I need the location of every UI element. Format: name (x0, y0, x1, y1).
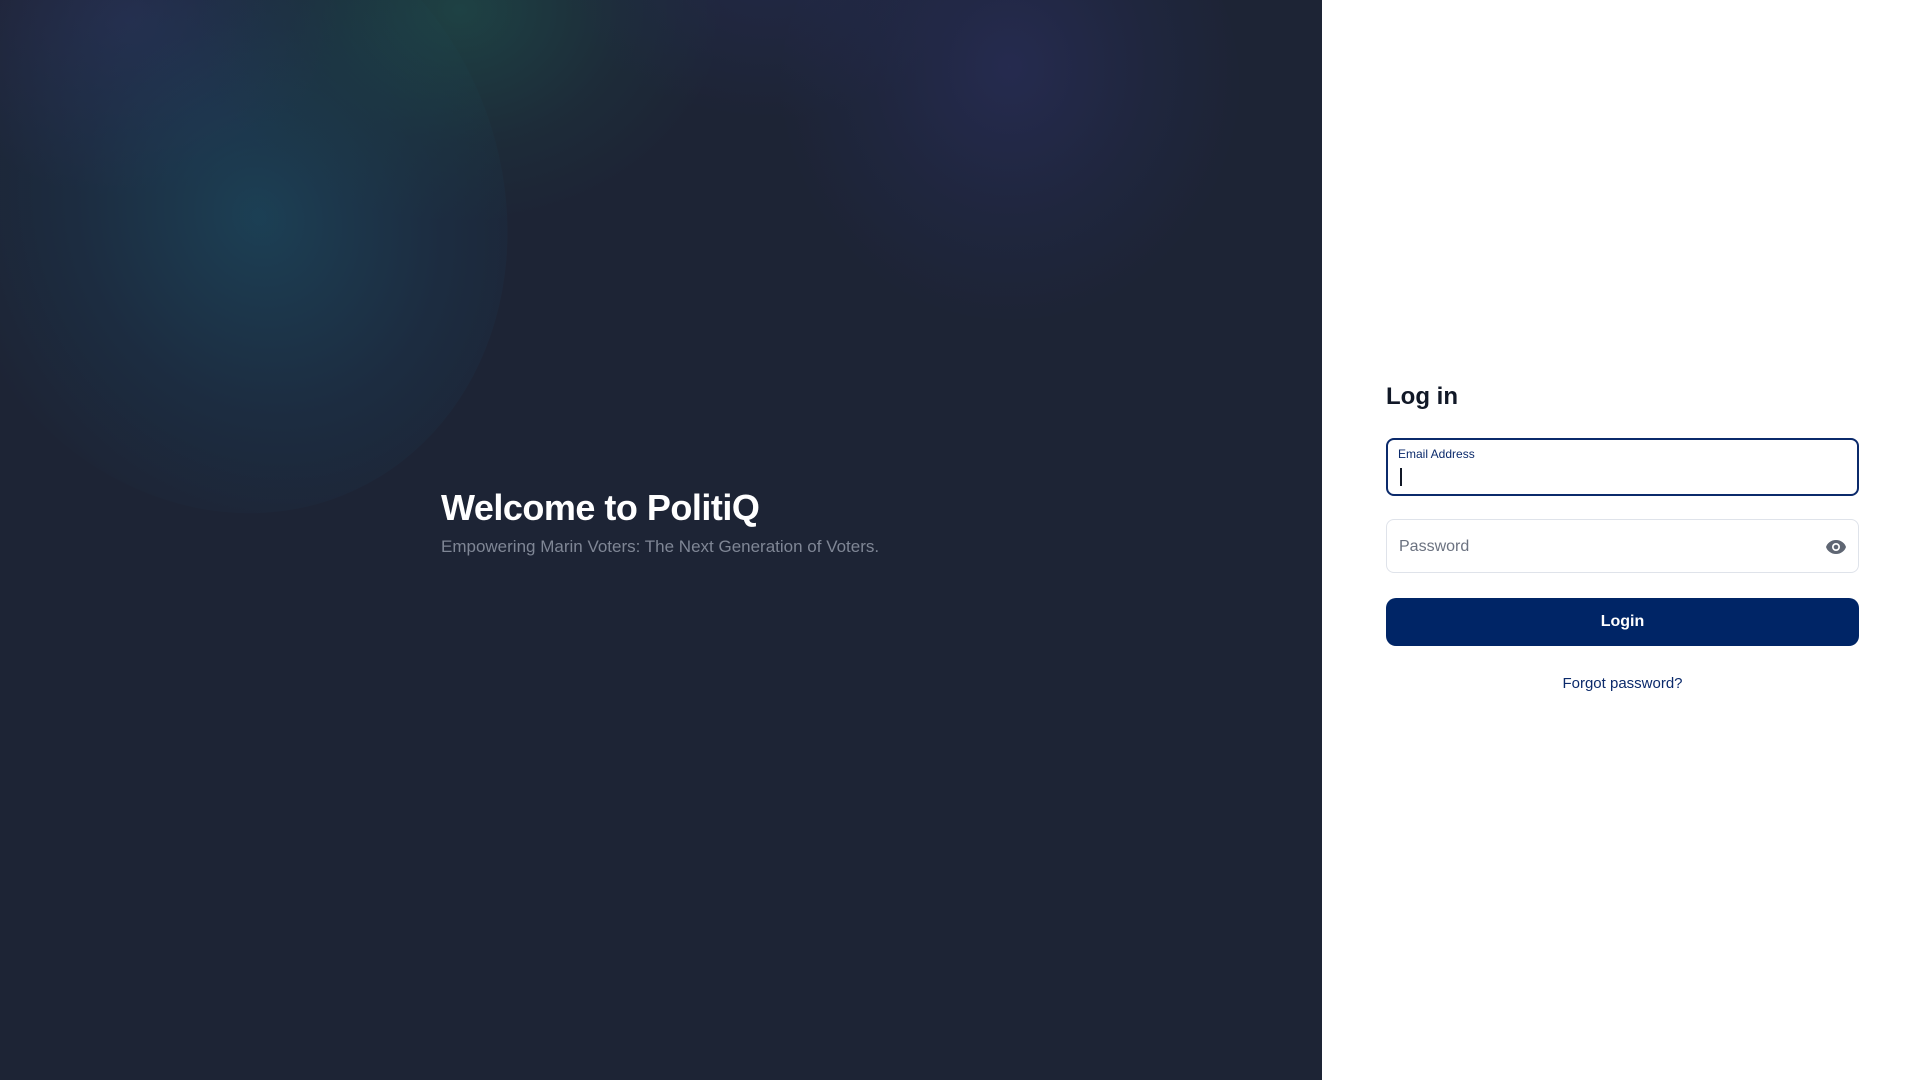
forgot-password-link[interactable]: Forgot password? (1386, 675, 1859, 692)
hero-text: Welcome to PolitiQ Empowering Marin Vote… (441, 486, 879, 558)
text-caret (1400, 468, 1402, 486)
hero-panel: Welcome to PolitiQ Empowering Marin Vote… (0, 0, 1322, 1080)
login-page: Welcome to PolitiQ Empowering Marin Vote… (0, 0, 1920, 1080)
email-label: Email Address (1398, 447, 1475, 461)
hero-subtitle: Empowering Marin Voters: The Next Genera… (441, 537, 880, 556)
login-button[interactable]: Login (1386, 598, 1859, 646)
background-glow (0, 0, 340, 200)
password-field[interactable] (1386, 519, 1859, 573)
password-input[interactable] (1399, 536, 1799, 558)
login-panel: Log in Email Address Login Forgot passwo… (1322, 0, 1920, 1080)
hero-title: Welcome to PolitiQ (441, 487, 760, 528)
login-title: Log in (1386, 383, 1458, 410)
email-field[interactable]: Email Address (1386, 438, 1859, 496)
eye-icon[interactable] (1822, 533, 1850, 561)
eye-icon-graphic (1826, 540, 1846, 554)
background-glow (200, 0, 720, 220)
background-glow (560, 0, 980, 120)
background-glow (780, 0, 1240, 320)
email-input[interactable] (1398, 465, 1838, 487)
login-form: Log in Email Address Login Forgot passwo… (1386, 382, 1859, 692)
